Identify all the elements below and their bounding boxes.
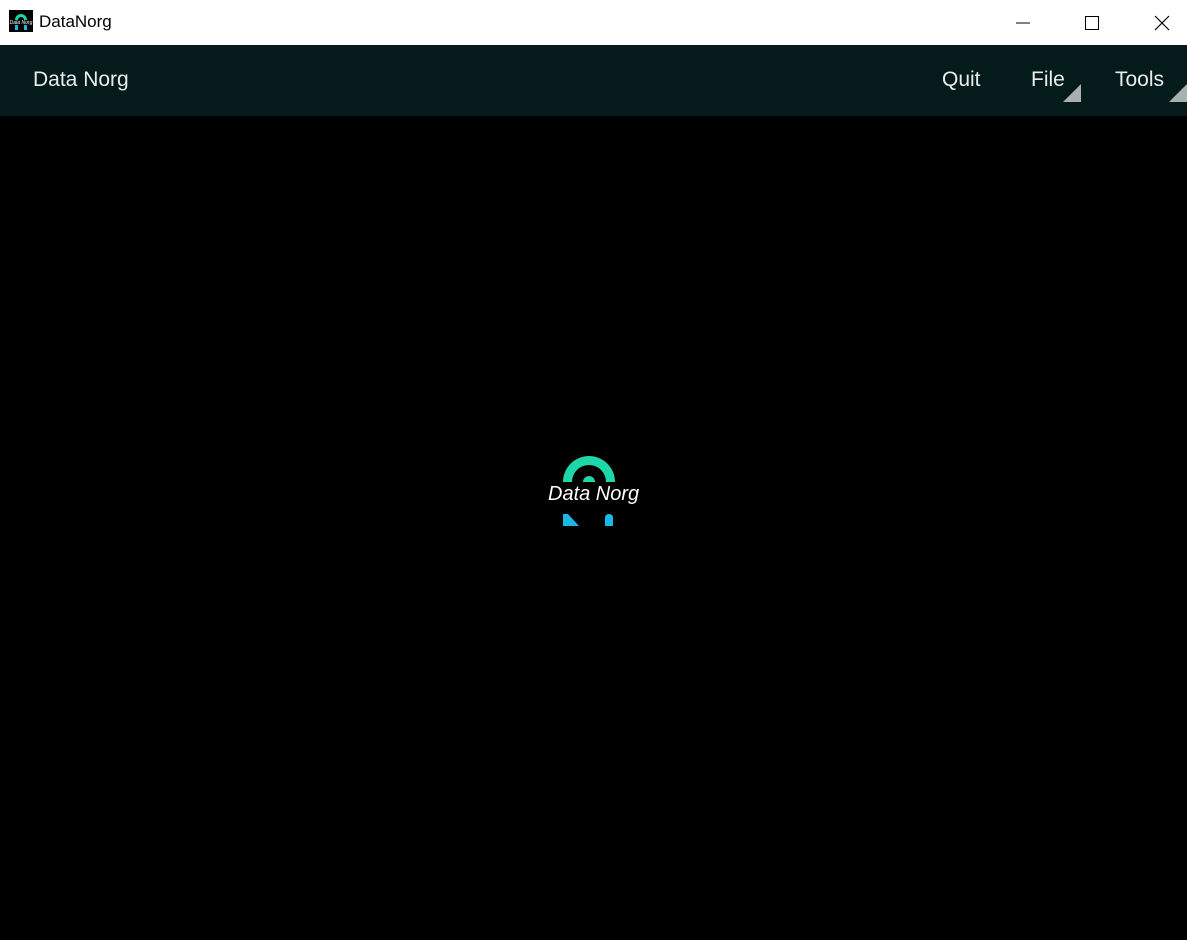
- minimize-button[interactable]: [1000, 0, 1046, 45]
- file-dropdown-indicator-icon: [1063, 84, 1081, 102]
- window-titlebar[interactable]: Data Norg DataNorg: [0, 0, 1187, 45]
- close-icon: [1154, 15, 1170, 30]
- datanorg-logo-icon: Data Norg: [9, 10, 33, 32]
- app-toolbar: Data Norg Quit File Tools: [0, 45, 1187, 116]
- quit-button[interactable]: Quit: [942, 68, 981, 92]
- close-button[interactable]: [1139, 0, 1185, 45]
- tools-dropdown-indicator-icon: [1169, 84, 1187, 102]
- minimize-icon: [1016, 22, 1030, 23]
- main-content: Data Norg: [0, 116, 1187, 940]
- datanorg-logo: Data Norg: [545, 450, 649, 532]
- window-title: DataNorg: [39, 12, 112, 31]
- app-window: Data Norg DataNorg Data Norg Quit File T…: [0, 0, 1187, 940]
- file-menu-button[interactable]: File: [1031, 68, 1065, 92]
- logo-text: Data Norg: [548, 483, 640, 505]
- app-title: Data Norg: [33, 68, 129, 91]
- maximize-icon: [1085, 15, 1099, 30]
- tools-menu-button[interactable]: Tools: [1115, 68, 1164, 92]
- svg-text:Data Norg: Data Norg: [10, 20, 33, 26]
- maximize-button[interactable]: [1069, 0, 1115, 45]
